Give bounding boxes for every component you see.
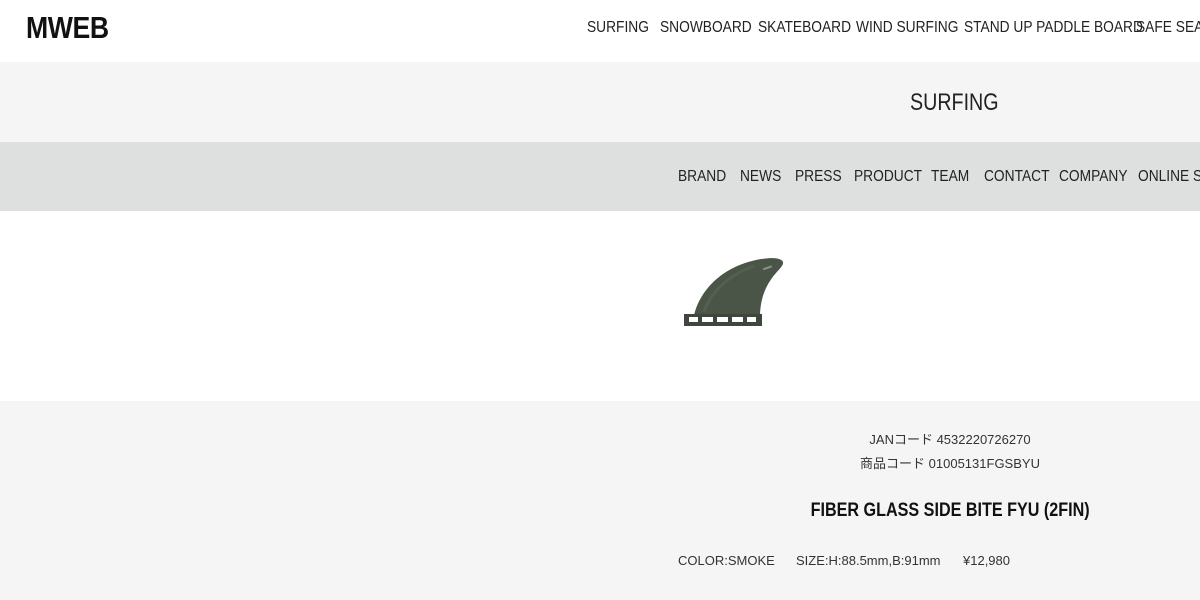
nav-item-skateboard[interactable]: SKATEBOARD — [758, 17, 851, 39]
site-logo[interactable]: MWEB — [26, 8, 109, 48]
subnav-item-press[interactable]: PRESS — [795, 166, 842, 188]
product-name-text: FIBER GLASS SIDE BITE FYU (2FIN) — [810, 500, 1090, 521]
section-banner: SURFING — [0, 62, 1200, 142]
subnav-item-news[interactable]: NEWS — [740, 166, 781, 188]
subnav-item-online-store[interactable]: ONLINE STORE — [1138, 166, 1200, 188]
nav-item-safe-sea[interactable]: SAFE SEA — [1136, 17, 1200, 39]
nav-item-surfing[interactable]: SURFING — [587, 17, 649, 39]
product-details: JANコード 4532220726270 商品コード 01005131FGSBY… — [0, 401, 1200, 600]
product-price: ¥12,980 — [963, 553, 1010, 568]
product-size: SIZE:H:88.5mm,B:91mm — [796, 553, 941, 568]
subnav-item-team[interactable]: TEAM — [931, 166, 969, 188]
product-image-area — [0, 211, 1200, 401]
product-name: FIBER GLASS SIDE BITE FYU (2FIN) — [0, 499, 1200, 523]
subnav-item-company[interactable]: COMPANY — [1059, 166, 1128, 188]
section-title: SURFING — [910, 89, 999, 116]
nav-item-snowboard[interactable]: SNOWBOARD — [660, 17, 752, 39]
nav-item-stand-up-paddle-board[interactable]: STAND UP PADDLE BOARD — [964, 17, 1143, 39]
nav-item-wind-surfing[interactable]: WIND SURFING — [856, 17, 958, 39]
site-header: MWEB SURFING SNOWBOARD SKATEBOARD WIND S… — [0, 0, 1200, 62]
product-code: 商品コード 01005131FGSBYU — [860, 456, 1040, 471]
subnav-item-brand[interactable]: BRAND — [678, 166, 726, 188]
jan-code: JANコード 4532220726270 — [869, 432, 1031, 447]
sub-nav: BRAND NEWS PRESS PRODUCT TEAM CONTACT CO… — [0, 142, 1200, 211]
surf-fin-image[interactable] — [680, 256, 786, 336]
subnav-item-contact[interactable]: CONTACT — [984, 166, 1049, 188]
product-color: COLOR:SMOKE — [678, 553, 775, 568]
subnav-item-product[interactable]: PRODUCT — [854, 166, 922, 188]
